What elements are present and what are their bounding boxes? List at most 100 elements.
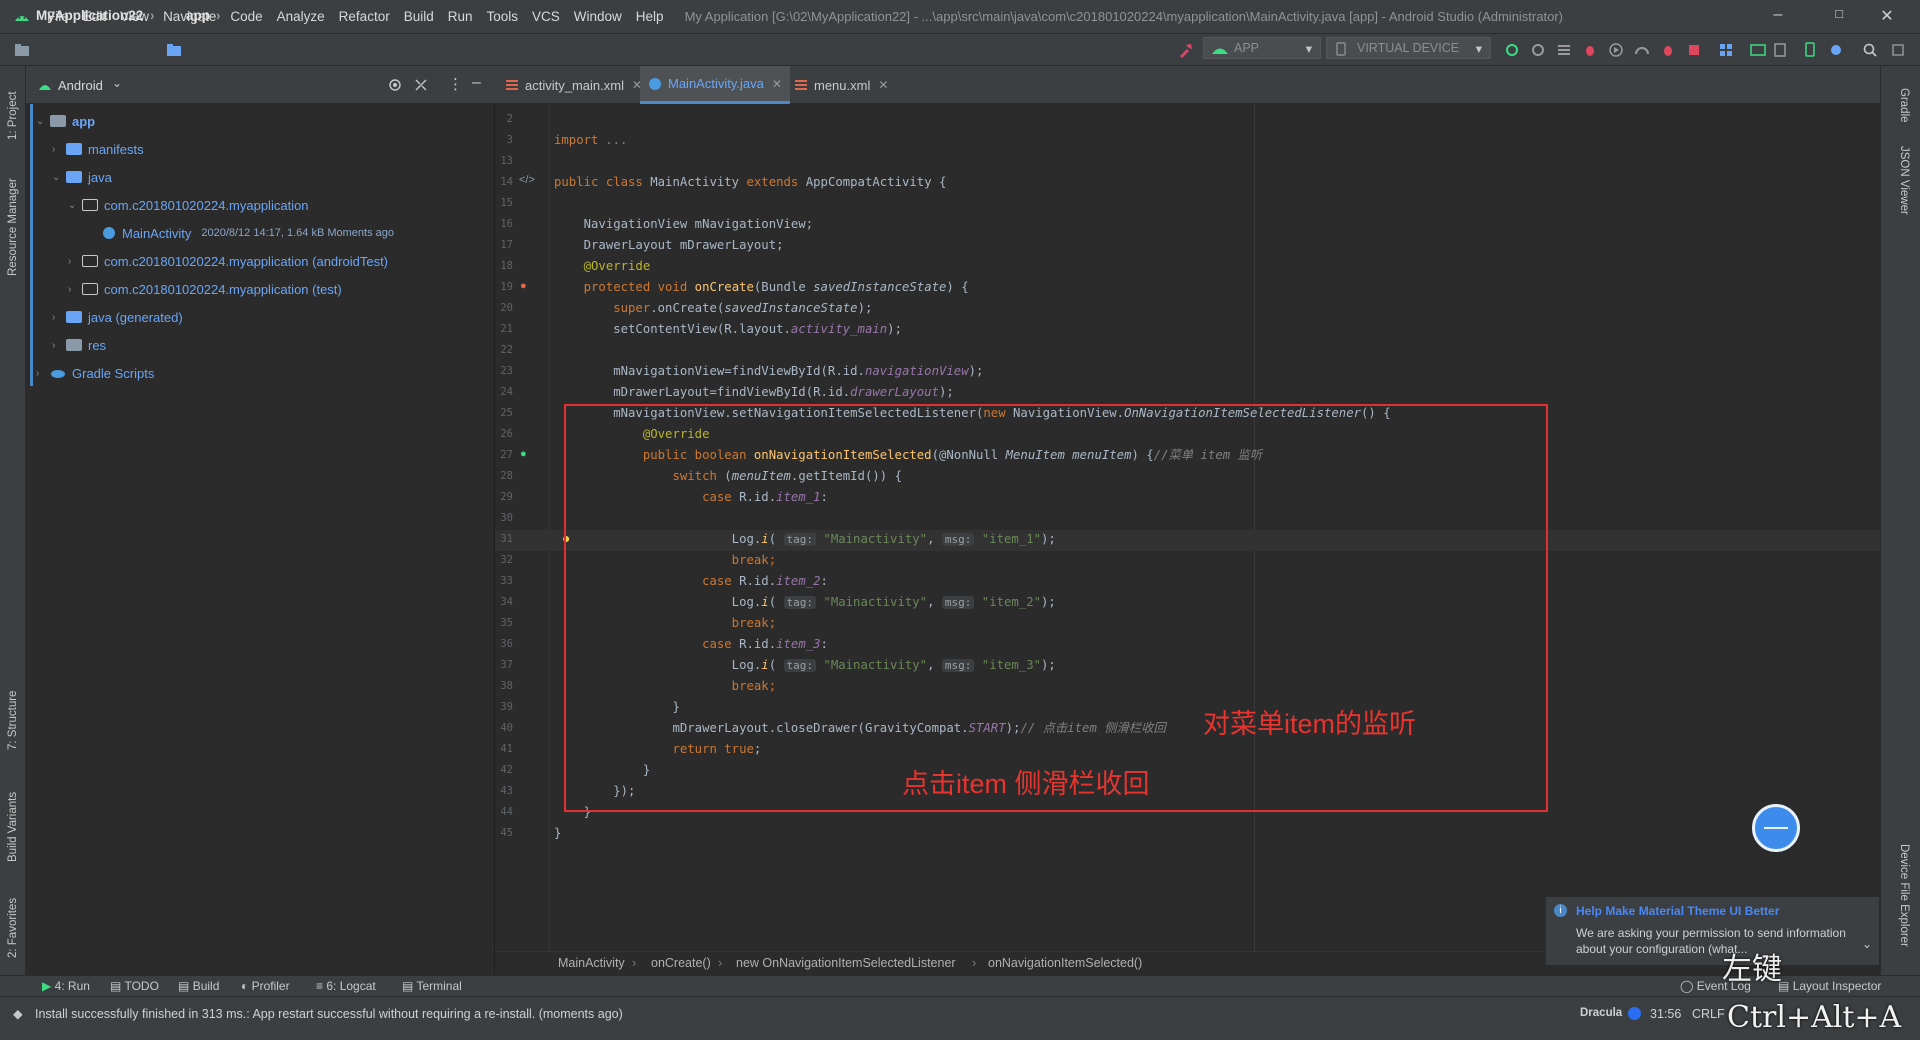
event-icon[interactable] — [1890, 42, 1906, 58]
tab-menu-xml[interactable]: menu.xml ✕ — [786, 66, 896, 104]
crumb-oncreate[interactable]: onCreate() — [651, 956, 711, 970]
crumb-listener[interactable]: new OnNavigationItemSelectedListener — [736, 956, 956, 970]
class-gutter-icon[interactable]: </> — [519, 174, 535, 186]
line-number: 29 — [500, 491, 513, 503]
minimize-icon[interactable]: – — [1765, 6, 1791, 28]
tree-item-res[interactable]: › res — [52, 334, 106, 356]
apply-changes-icon[interactable] — [1504, 42, 1520, 58]
menu-code[interactable]: Code — [223, 9, 269, 24]
collapse-all-icon[interactable] — [414, 78, 428, 92]
crumb-mainactivity[interactable]: MainActivity — [558, 956, 625, 970]
dash-icon — [1764, 827, 1788, 829]
search-icon[interactable] — [1862, 42, 1878, 58]
line-separator[interactable]: CRLF — [1692, 1007, 1725, 1021]
close-tab-icon[interactable]: ✕ — [878, 78, 888, 92]
menu-window[interactable]: Window — [567, 9, 629, 24]
menu-run[interactable]: Run — [441, 9, 480, 24]
hide-panel-icon[interactable]: – — [472, 74, 481, 92]
terminal-icon[interactable] — [1750, 42, 1766, 58]
menu-vcs[interactable]: VCS — [525, 9, 567, 24]
sync-project-icon[interactable] — [1718, 42, 1734, 58]
tree-item-gradle-scripts[interactable]: › Gradle Scripts — [36, 362, 154, 384]
tool-tab-run[interactable]: ▶ 4: Run — [42, 979, 90, 993]
tool-window-resource-manager[interactable]: Resource Manager — [7, 178, 19, 276]
run-list-icon[interactable] — [1556, 42, 1572, 58]
maximize-icon[interactable]: □ — [1826, 6, 1852, 28]
profile-icon[interactable] — [1634, 42, 1650, 58]
tool-tab-profiler[interactable]: ◐ Profiler — [241, 979, 290, 993]
tab-mainactivity-java[interactable]: MainActivity.java ✕ — [640, 66, 790, 104]
coverage-icon[interactable] — [1608, 42, 1624, 58]
chevron-down-icon: ▾ — [1475, 42, 1482, 56]
gauge-icon: ◐ — [241, 979, 249, 993]
line-number: 37 — [500, 659, 513, 671]
sdk-manager-icon[interactable] — [1828, 42, 1844, 58]
menu-refactor[interactable]: Refactor — [332, 9, 397, 24]
tab-activity-main-xml[interactable]: activity_main.xml ✕ — [497, 66, 650, 104]
tool-window-project[interactable]: 1: Project — [7, 91, 19, 140]
tool-window-gradle[interactable]: Gradle — [1898, 88, 1910, 123]
tree-item-java-generated[interactable]: › java (generated) — [52, 306, 183, 328]
override-gutter-icon[interactable]: ● — [520, 280, 527, 292]
tree-item-manifests[interactable]: › manifests — [52, 138, 144, 160]
project-view-select[interactable]: Android — [58, 78, 103, 93]
tool-window-structure[interactable]: 7: Structure — [7, 691, 19, 750]
crumb-onnavigationitemselected[interactable]: onNavigationItemSelected() — [988, 956, 1142, 970]
annotation-menu-listener: 对菜单item的监听 — [1203, 709, 1417, 739]
tool-window-build-variants[interactable]: Build Variants — [7, 792, 19, 862]
tool-tab-todo[interactable]: ▤ TODO — [110, 979, 159, 993]
chevron-down-icon[interactable]: ⌄ — [1862, 937, 1872, 951]
stop-icon[interactable] — [1686, 42, 1702, 58]
tree-item-package-androidtest[interactable]: › com.c201801020224.myapplication (andro… — [68, 250, 388, 272]
module-folder-icon — [167, 44, 181, 56]
menu-build[interactable]: Build — [397, 9, 441, 24]
avd-manager-icon[interactable] — [1772, 42, 1788, 58]
tool-tab-build[interactable]: ▤ Build — [178, 979, 219, 993]
apply-code-changes-icon[interactable] — [1530, 42, 1546, 58]
attach-debugger-icon[interactable] — [1660, 42, 1676, 58]
tool-tab-logcat[interactable]: ≡ 6: Logcat — [316, 979, 376, 993]
notification-title[interactable]: Help Make Material Theme UI Better — [1576, 904, 1779, 918]
tree-item-package[interactable]: ⌄ com.c201801020224.myapplication — [68, 194, 309, 216]
folder-icon — [66, 339, 82, 351]
tool-window-favorites[interactable]: 2: Favorites — [7, 898, 19, 958]
device-manager-icon[interactable] — [1802, 42, 1818, 58]
line-number: 19 — [500, 281, 513, 293]
tool-tab-terminal[interactable]: ▤ Terminal — [402, 979, 462, 993]
tree-item-app[interactable]: ⌄ app — [36, 110, 95, 132]
breadcrumb-module[interactable]: app — [186, 8, 210, 23]
overlay-click-label: 左键 — [1722, 953, 1782, 986]
hammer-icon[interactable] — [1178, 42, 1194, 58]
window-title: My Application [G:\02\MyApplication22] -… — [684, 9, 1563, 24]
implement-gutter-icon[interactable]: ● — [520, 448, 527, 460]
status-message[interactable]: Install successfully finished in 313 ms.… — [35, 1007, 623, 1021]
code-line-3: import ... — [554, 133, 629, 147]
tree-item-mainactivity[interactable]: MainActivity 2020/8/12 14:17, 1.64 kB Mo… — [102, 222, 394, 244]
menu-help[interactable]: Help — [629, 9, 671, 24]
folder-icon — [66, 311, 82, 323]
close-tab-icon[interactable]: ✕ — [772, 77, 782, 91]
tree-item-java[interactable]: ⌄ java — [52, 166, 112, 188]
terminal-icon: ▤ — [402, 979, 414, 993]
device-select[interactable]: VIRTUAL DEVICE ▾ — [1326, 37, 1491, 59]
logcat-icon: ≡ — [316, 979, 324, 993]
theme-name[interactable]: Dracula — [1580, 1007, 1622, 1019]
notification-balloon[interactable]: i Help Make Material Theme UI Better We … — [1545, 896, 1880, 966]
debug-icon[interactable] — [1582, 42, 1598, 58]
chevron-right-icon: › — [972, 956, 977, 970]
chevron-down-icon[interactable]: ⌄ — [112, 76, 122, 90]
close-window-icon[interactable]: ✕ — [1874, 6, 1900, 28]
breadcrumb-project[interactable]: MyApplication22 — [36, 8, 143, 23]
options-icon[interactable]: ⋮ — [448, 75, 463, 93]
tree-item-package-test[interactable]: › com.c201801020224.myapplication (test) — [68, 278, 342, 300]
target-icon[interactable] — [388, 78, 402, 92]
tool-tab-layout-inspector[interactable]: ▤ Layout Inspector — [1778, 979, 1881, 993]
status-install-icon: ◆ — [13, 1007, 23, 1021]
tool-window-device-file-explorer[interactable]: Device File Explorer — [1898, 844, 1910, 947]
line-number: 44 — [500, 806, 513, 818]
menu-analyze[interactable]: Analyze — [270, 9, 332, 24]
chevron-down-icon: ⌄ — [52, 171, 61, 183]
tool-window-json-viewer[interactable]: JSON Viewer — [1898, 146, 1910, 215]
menu-tools[interactable]: Tools — [480, 9, 526, 24]
caret-position[interactable]: 31:56 — [1650, 1007, 1681, 1021]
